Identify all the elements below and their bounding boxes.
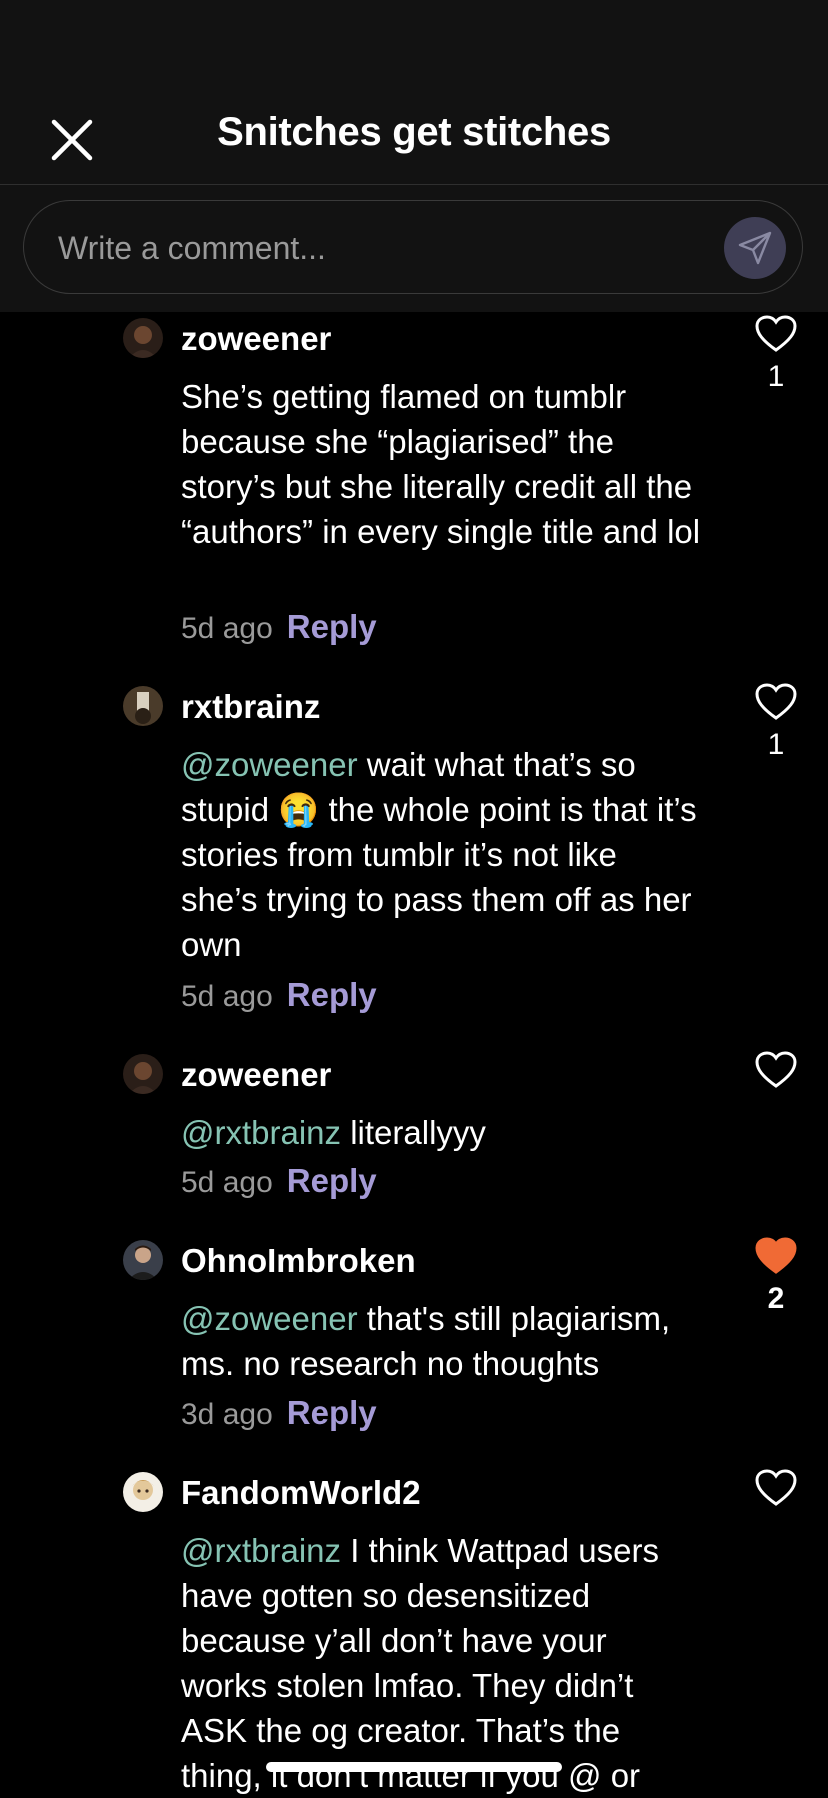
comment-input[interactable] [56,223,700,273]
like-count: 2 [767,1282,785,1315]
comment-text: @zoweener wait what that’s so stupid 😭 t… [181,742,701,967]
comment-text: She’s getting flamed on tumblr because s… [181,374,701,554]
avatar[interactable] [123,686,163,726]
heart-icon[interactable] [754,1236,798,1276]
comment-text: @rxtbrainz literallyyy [181,1110,701,1155]
heart-icon[interactable] [754,314,798,354]
like-count: 1 [767,728,785,761]
mention-link[interactable]: @rxtbrainz [181,1532,341,1569]
heart-icon[interactable] [754,682,798,722]
comment-time: 3d ago [181,1398,273,1431]
comment-meta: 5d ago Reply [181,608,377,646]
comment-time: 5d ago [181,980,273,1013]
comment-username[interactable]: OhnoImbroken [181,1242,416,1280]
reply-button[interactable]: Reply [287,976,377,1013]
comment-body: literallyyy [341,1114,486,1151]
comment-body: She’s getting flamed on tumblr because s… [181,378,701,550]
avatar[interactable] [123,1240,163,1280]
comment-username[interactable]: zoweener [181,320,331,358]
reply-button[interactable]: Reply [287,1162,377,1199]
top-bar: Snitches get stitches [0,0,828,312]
comment-meta: 5d ago Reply [181,976,377,1014]
avatar[interactable] [123,318,163,358]
mention-link[interactable]: @zoweener [181,746,358,783]
send-button[interactable] [724,217,786,279]
comment-meta: 5d ago Reply [181,1162,377,1200]
comment-composer [23,200,803,294]
avatar[interactable] [123,1054,163,1094]
divider [0,184,828,185]
comment-meta: 3d ago Reply [181,1394,377,1432]
heart-icon[interactable] [754,1050,798,1090]
reply-button[interactable]: Reply [287,608,377,645]
avatar[interactable] [123,1472,163,1512]
comment-time: 5d ago [181,1166,273,1199]
reply-button[interactable]: Reply [287,1394,377,1431]
mention-link[interactable]: @zoweener [181,1300,358,1337]
comment-time: 5d ago [181,612,273,645]
comment-body: I think Wattpad users have gotten so des… [181,1532,659,1794]
send-icon [738,231,772,265]
comment-text: @rxtbrainz I think Wattpad users have go… [181,1528,701,1798]
mention-link[interactable]: @rxtbrainz [181,1114,341,1151]
like-count: 1 [767,360,785,393]
comment-username[interactable]: zoweener [181,1056,331,1094]
page-title: Snitches get stitches [217,110,611,154]
home-indicator[interactable] [266,1762,562,1772]
comment-username[interactable]: rxtbrainz [181,688,320,726]
comment-text: @zoweener that's still plagiarism, ms. n… [181,1296,701,1386]
comment-username[interactable]: FandomWorld2 [181,1474,421,1512]
heart-icon[interactable] [754,1468,798,1508]
